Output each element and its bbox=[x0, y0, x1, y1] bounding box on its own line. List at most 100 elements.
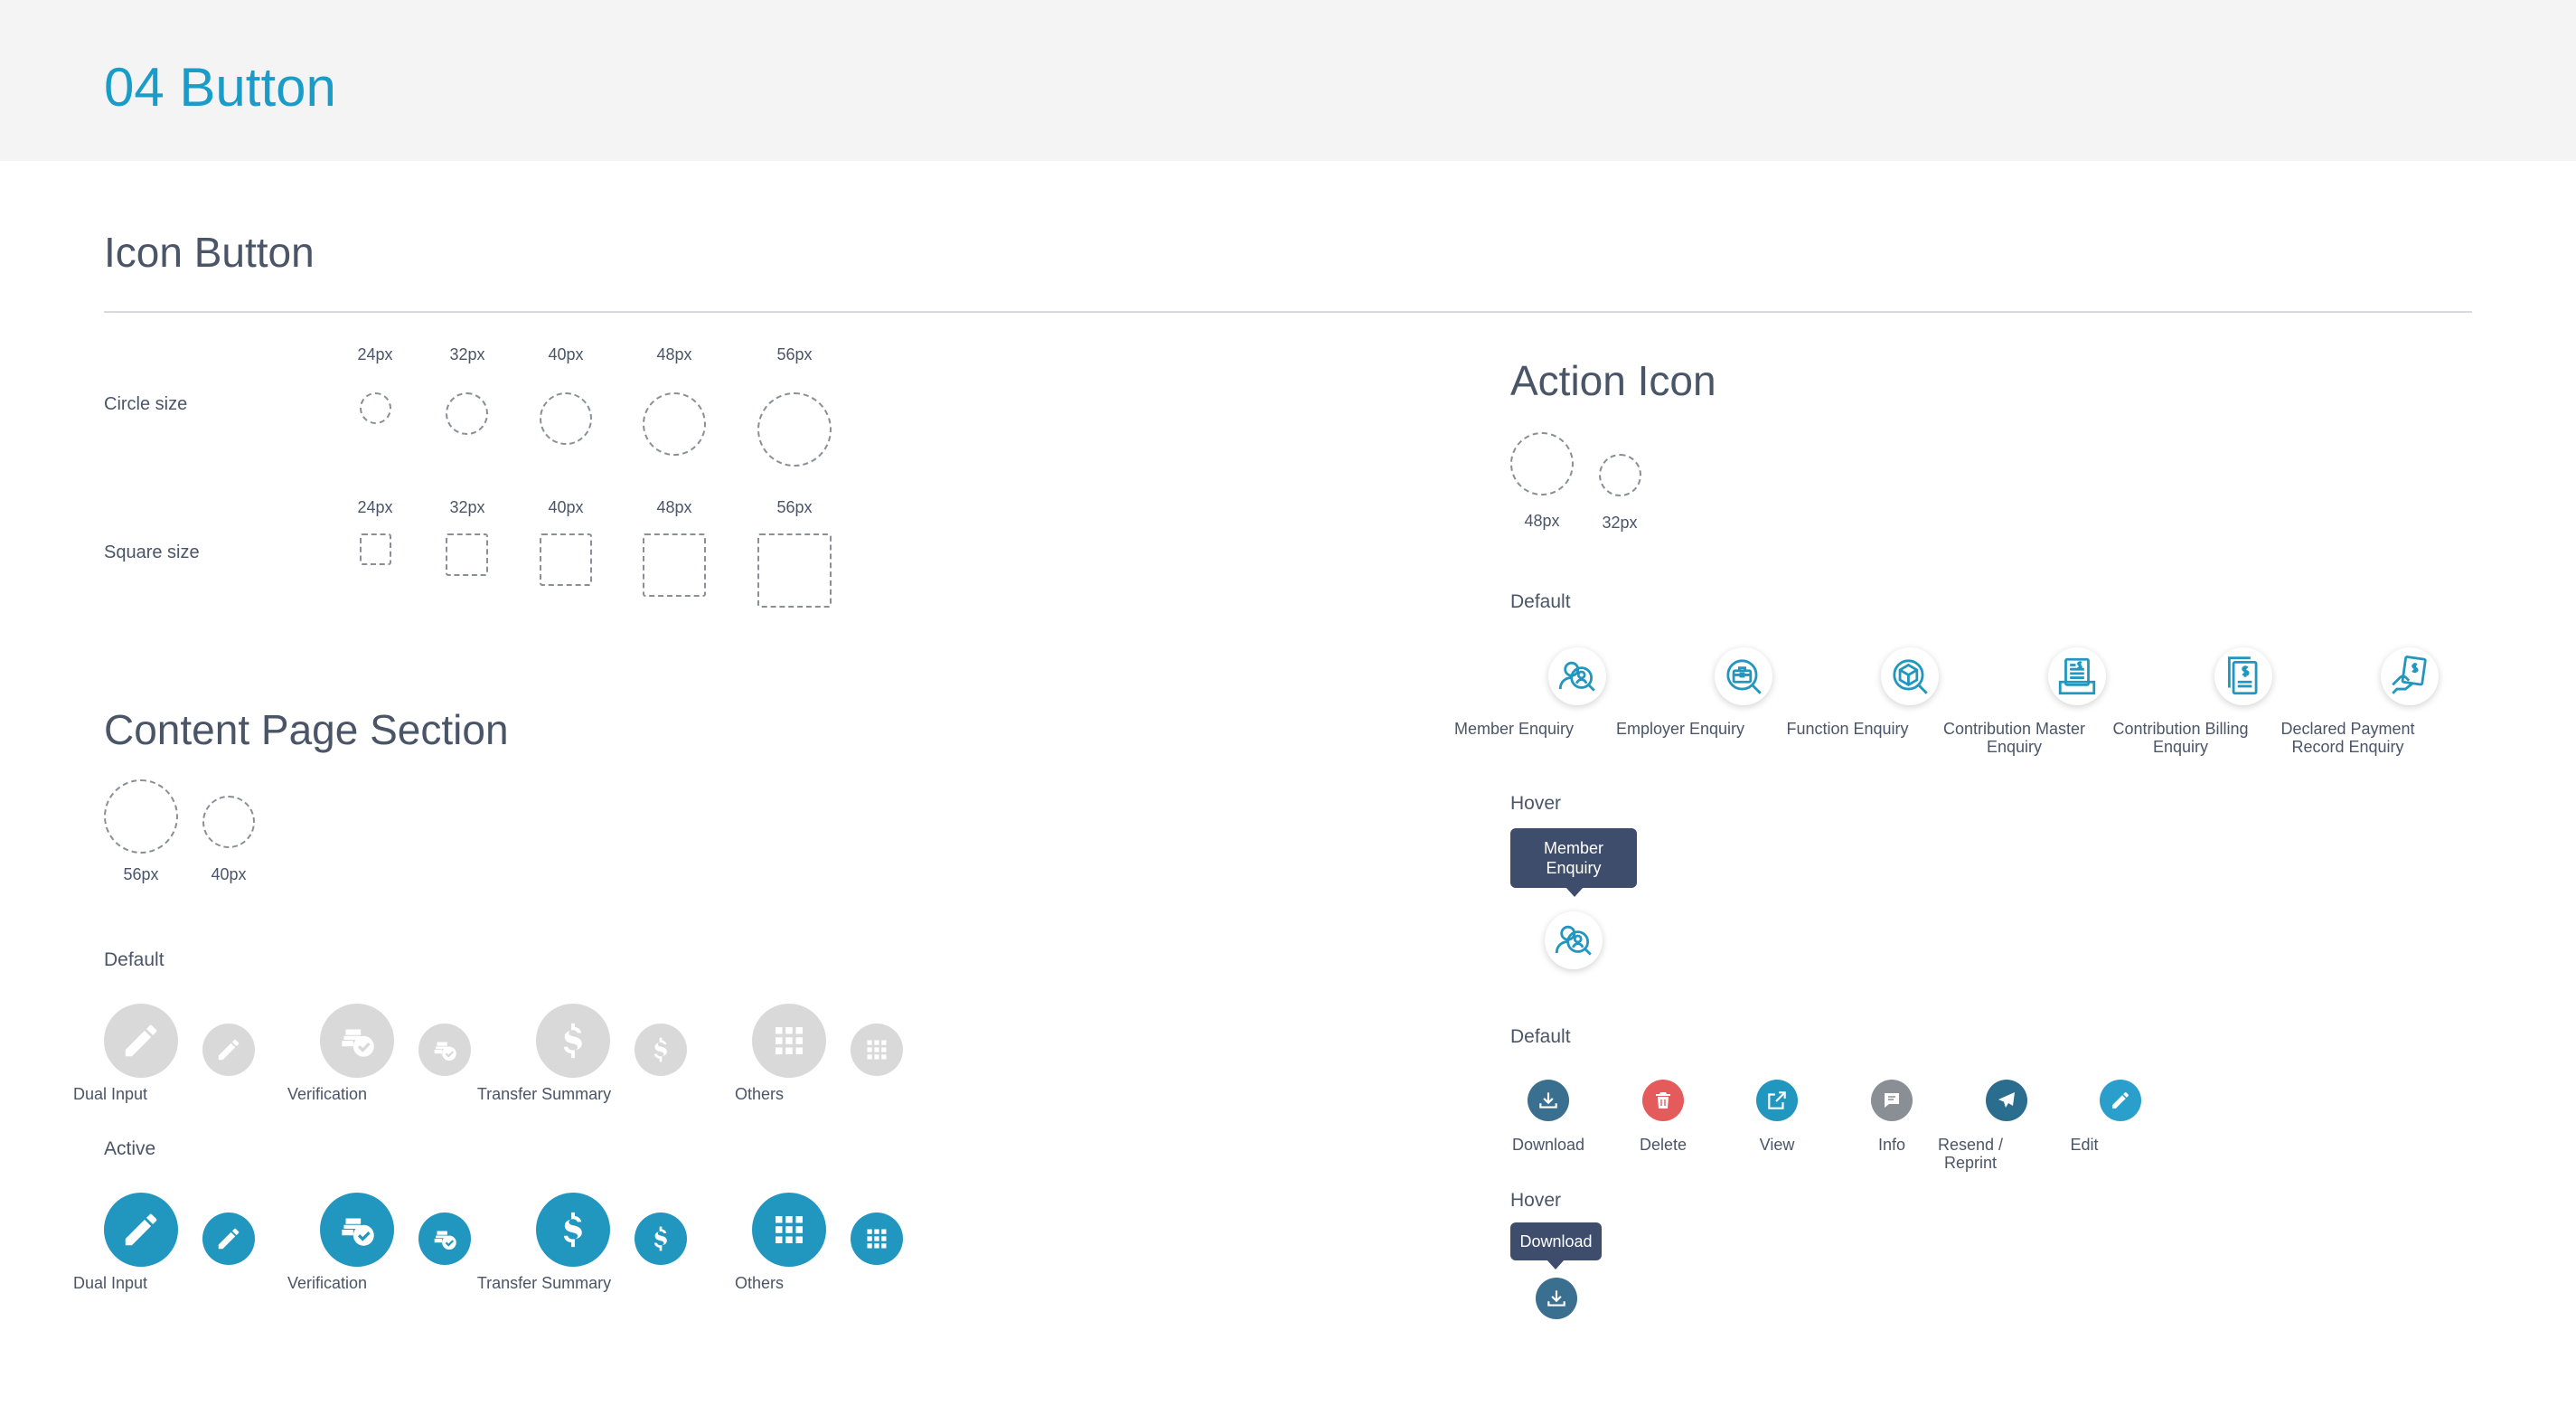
delete-button[interactable] bbox=[1642, 1080, 1684, 1121]
tooltip-line1: Member bbox=[1543, 839, 1603, 857]
grid-icon bbox=[776, 1216, 803, 1243]
contribution-master-enquiry-button[interactable] bbox=[2048, 647, 2106, 705]
member-enquiry-button-hover[interactable] bbox=[1545, 911, 1603, 969]
view-external-icon bbox=[1768, 1091, 1786, 1109]
resend-reprint-caption-line2: Reprint bbox=[1943, 1154, 1998, 1172]
transfer-summary-button-small[interactable] bbox=[635, 1024, 687, 1076]
circle-48 bbox=[643, 392, 706, 456]
content-page-title: Content Page Section bbox=[104, 706, 509, 753]
transfer-summary-caption-active: Transfer Summary bbox=[476, 1274, 612, 1292]
transfer-summary-button-large[interactable] bbox=[536, 1004, 610, 1078]
pencil-icon bbox=[218, 1228, 240, 1250]
action-hover-label: Hover bbox=[1510, 793, 1562, 814]
circle-24 bbox=[360, 392, 391, 424]
transfer-summary-button-large-active[interactable] bbox=[536, 1193, 610, 1267]
page-title: 04 Button bbox=[104, 57, 336, 118]
tooltip-arrow bbox=[1565, 887, 1584, 897]
dual-input-button-large-active[interactable] bbox=[104, 1193, 178, 1267]
size-caption-40: 40px bbox=[548, 498, 584, 516]
action-icon-title: Action Icon bbox=[1510, 357, 1716, 404]
action-default2-label: Default bbox=[1510, 1026, 1571, 1047]
tooltip-line2: Enquiry bbox=[1546, 859, 1602, 877]
employer-search-icon bbox=[1726, 659, 1762, 694]
others-button-small[interactable] bbox=[851, 1024, 903, 1076]
verification-button-small-active[interactable] bbox=[418, 1213, 471, 1265]
dollar-icon bbox=[563, 1212, 582, 1248]
dual-input-caption-active: Dual Input bbox=[72, 1274, 148, 1292]
size-caption-48: 48px bbox=[656, 345, 692, 363]
icon-button-title: Icon Button bbox=[104, 229, 315, 276]
dollar-icon bbox=[653, 1226, 667, 1251]
action-default-label: Default bbox=[1510, 591, 1571, 612]
employer-enquiry-caption: Employer Enquiry bbox=[1615, 720, 1745, 738]
dual-input-button-small-active[interactable] bbox=[202, 1213, 255, 1265]
function-enquiry-button[interactable] bbox=[1881, 647, 1939, 705]
download-button-hover[interactable] bbox=[1536, 1278, 1577, 1319]
contribution-master-caption-line2: Enquiry bbox=[1986, 738, 2043, 756]
contribution-billing-icon bbox=[2227, 656, 2258, 695]
declared-payment-caption-line1: Declared Payment bbox=[2280, 720, 2415, 738]
verification-icon bbox=[342, 1218, 374, 1246]
contribution-master-icon bbox=[2058, 657, 2096, 695]
content-size-caption-40: 40px bbox=[211, 865, 247, 883]
size-caption-32: 32px bbox=[449, 498, 485, 516]
others-button-large-active[interactable] bbox=[752, 1193, 826, 1267]
others-button-large[interactable] bbox=[752, 1004, 826, 1078]
others-caption-active: Others bbox=[734, 1274, 785, 1292]
pencil-icon bbox=[125, 1213, 157, 1246]
verification-caption: Verification bbox=[287, 1085, 368, 1103]
others-button-small-active[interactable] bbox=[851, 1213, 903, 1265]
circle-56 bbox=[757, 392, 832, 467]
download-button[interactable] bbox=[1528, 1080, 1569, 1121]
member-enquiry-button[interactable] bbox=[1548, 647, 1606, 705]
content-circle-40 bbox=[202, 796, 255, 848]
square-32 bbox=[446, 533, 488, 576]
content-size-caption-56: 56px bbox=[123, 865, 159, 883]
grid-icon bbox=[867, 1040, 887, 1060]
action-circle-32 bbox=[1599, 454, 1641, 496]
member-search-icon bbox=[1555, 925, 1592, 956]
trash-icon bbox=[1656, 1092, 1670, 1109]
member-enquiry-caption: Member Enquiry bbox=[1453, 720, 1575, 738]
others-caption: Others bbox=[734, 1085, 785, 1103]
size-caption-48: 48px bbox=[656, 498, 692, 516]
size-caption-24: 24px bbox=[357, 498, 393, 516]
dollar-icon bbox=[563, 1023, 582, 1059]
view-caption: View bbox=[1759, 1136, 1795, 1154]
size-caption-24: 24px bbox=[357, 345, 393, 363]
employer-enquiry-button[interactable] bbox=[1715, 647, 1772, 705]
transfer-summary-button-small-active[interactable] bbox=[635, 1213, 687, 1265]
section-divider bbox=[104, 311, 2472, 313]
contribution-billing-enquiry-button[interactable] bbox=[2214, 647, 2272, 705]
dual-input-caption: Dual Input bbox=[72, 1085, 148, 1103]
member-enquiry-tooltip: Member Enquiry bbox=[1510, 828, 1637, 888]
square-24 bbox=[360, 533, 391, 565]
contribution-master-caption-line1: Contribution Master bbox=[1942, 720, 2086, 738]
info-button[interactable] bbox=[1871, 1080, 1913, 1121]
size-caption-32: 32px bbox=[449, 345, 485, 363]
verification-button-large-active[interactable] bbox=[320, 1193, 394, 1267]
action-size-caption-48: 48px bbox=[1524, 512, 1560, 530]
verification-button-small[interactable] bbox=[418, 1024, 471, 1076]
square-48 bbox=[643, 533, 706, 597]
page-header bbox=[0, 0, 2576, 161]
edit-caption: Edit bbox=[2070, 1136, 2099, 1154]
circle-40 bbox=[540, 392, 592, 445]
verification-button-large[interactable] bbox=[320, 1004, 394, 1078]
view-button[interactable] bbox=[1756, 1080, 1798, 1121]
dual-input-button-large[interactable] bbox=[104, 1004, 178, 1078]
edit-button[interactable] bbox=[2100, 1080, 2141, 1121]
resend-reprint-button[interactable] bbox=[1986, 1080, 2027, 1121]
download-icon bbox=[1539, 1092, 1557, 1109]
size-caption-56: 56px bbox=[776, 498, 813, 516]
circle-32 bbox=[446, 392, 488, 435]
square-size-label: Square size bbox=[104, 543, 200, 562]
verification-icon bbox=[434, 1231, 456, 1250]
chat-info-icon bbox=[1885, 1093, 1899, 1108]
verification-caption-active: Verification bbox=[287, 1274, 368, 1292]
download-tooltip: Download bbox=[1510, 1222, 1602, 1260]
declared-payment-record-enquiry-button[interactable] bbox=[2381, 647, 2439, 705]
dollar-icon bbox=[653, 1037, 667, 1062]
grid-icon bbox=[776, 1027, 803, 1054]
dual-input-button-small[interactable] bbox=[202, 1024, 255, 1076]
